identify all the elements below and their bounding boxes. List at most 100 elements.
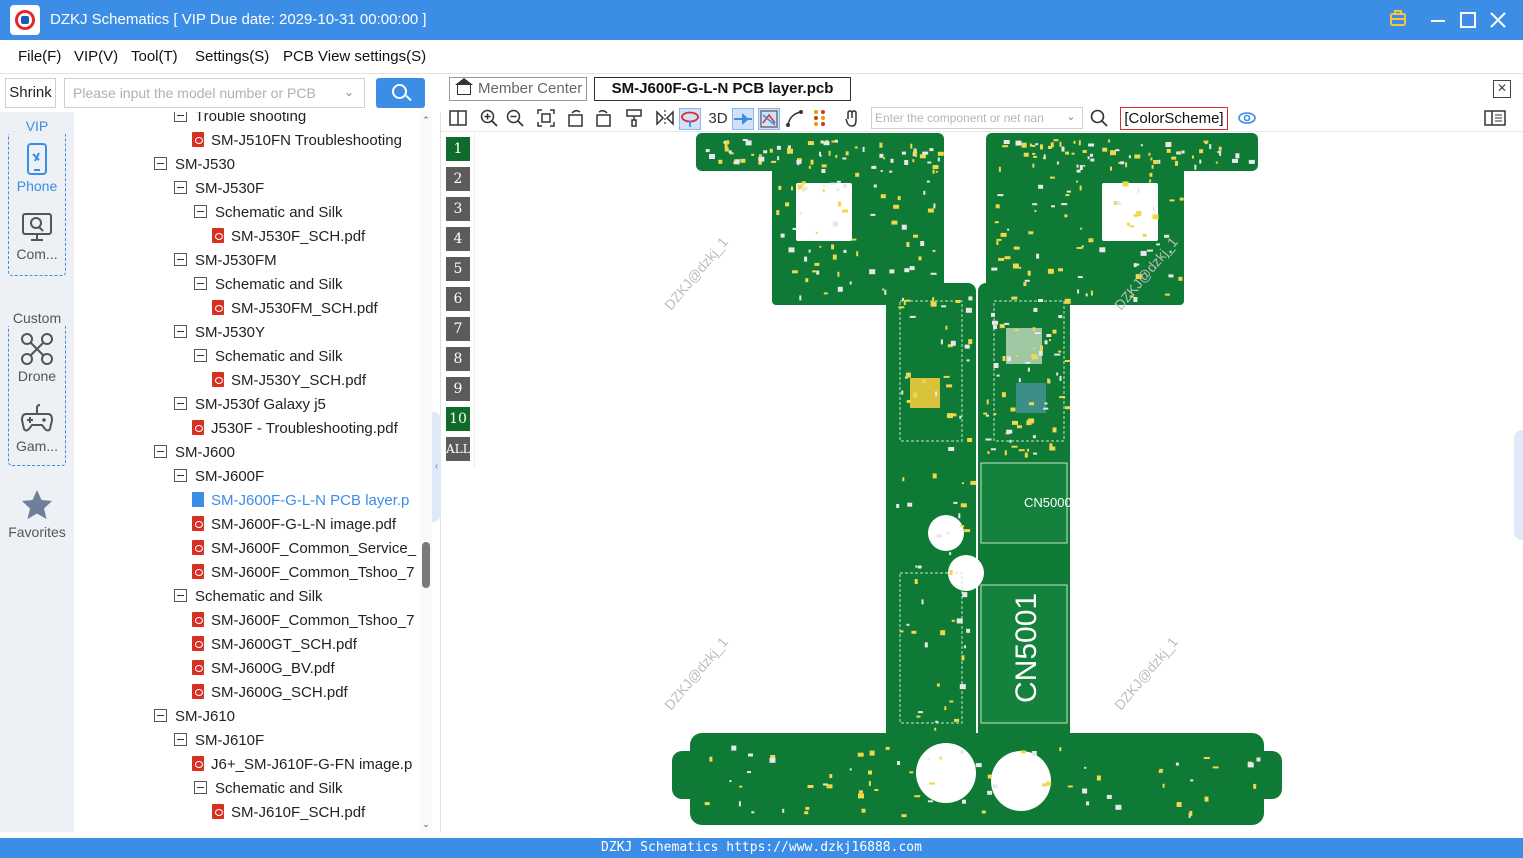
tree-file[interactable]: SM-J600F_Common_Service_ — [192, 537, 416, 561]
layer-button-6[interactable]: 6 — [446, 287, 470, 311]
tree-folder[interactable]: SM-J610 — [154, 705, 235, 729]
tree-scrollbar[interactable]: ⌃ ⌄ — [420, 112, 432, 832]
tree-folder[interactable]: SM-J530F — [174, 177, 264, 201]
tree-file[interactable]: SM-J600G_SCH.pdf — [192, 681, 348, 705]
tree-file[interactable]: J6+_SM-J610F-G-FN image.p — [192, 753, 412, 777]
collapse-toggle-icon[interactable] — [194, 780, 207, 794]
collapse-left-icon[interactable]: ‹ — [432, 412, 441, 522]
minimize-button[interactable] — [1426, 8, 1450, 32]
tree-folder[interactable]: SM-J530FM — [174, 249, 277, 273]
layer-button-3[interactable]: 3 — [446, 197, 470, 221]
net-search-input[interactable] — [871, 107, 1083, 129]
tree-file[interactable]: SM-J510FN Troubleshooting — [192, 129, 402, 153]
tree-folder[interactable]: Schematic and Silk — [194, 273, 343, 297]
component-label-cn5000[interactable]: CN5000 — [1024, 495, 1072, 510]
tree-file[interactable]: SM-J530F_SCH.pdf — [212, 225, 365, 249]
menu-vip[interactable]: VIP(V) — [74, 48, 118, 65]
collapse-toggle-icon[interactable] — [154, 444, 167, 458]
net-dropdown-icon[interactable]: ⌄ — [1064, 110, 1078, 124]
menu-tool[interactable]: Tool(T) — [131, 48, 178, 65]
collapse-toggle-icon[interactable] — [174, 180, 187, 194]
panel-splitter[interactable]: ‹ — [432, 112, 441, 832]
favorites-button[interactable]: Favorites — [8, 488, 66, 540]
pad-dots-icon[interactable] — [810, 108, 832, 130]
collapse-toggle-icon[interactable] — [154, 156, 167, 170]
search-button[interactable] — [376, 78, 425, 108]
paint-brush-icon[interactable] — [623, 108, 645, 130]
color-scheme-button[interactable]: [ColorScheme] — [1120, 107, 1228, 130]
collapse-toggle-icon[interactable] — [194, 348, 207, 362]
collapse-toggle-icon[interactable] — [174, 252, 187, 266]
layer-button-7[interactable]: 7 — [446, 317, 470, 341]
layer-button-4[interactable]: 4 — [446, 227, 470, 251]
collapse-toggle-icon[interactable] — [194, 204, 207, 218]
zoom-in-icon[interactable] — [478, 108, 500, 130]
scroll-down-icon[interactable]: ⌄ — [420, 818, 432, 830]
tree-folder[interactable]: Schematic and Silk — [194, 777, 343, 801]
side-panel-icon[interactable] — [1484, 108, 1506, 130]
category-phone[interactable]: Phone — [8, 142, 66, 194]
tab-member-center[interactable]: Member Center — [449, 77, 587, 101]
collapse-toggle-icon[interactable] — [174, 396, 187, 410]
scroll-up-icon[interactable]: ⌃ — [420, 114, 432, 126]
category-gamepad[interactable]: Gam... — [8, 402, 66, 454]
layer-button-10[interactable]: 10 — [446, 407, 470, 431]
collapse-toggle-icon[interactable] — [174, 112, 187, 122]
collapse-toggle-icon[interactable] — [154, 708, 167, 722]
pan-hand-icon[interactable] — [841, 108, 863, 130]
collapse-toggle-icon[interactable] — [174, 732, 187, 746]
tree-folder[interactable]: SM-J530Y — [174, 321, 265, 345]
menu-file[interactable]: File(F) — [18, 48, 61, 65]
collapse-toggle-icon[interactable] — [194, 276, 207, 290]
pin-select-icon[interactable] — [732, 108, 754, 130]
tree-folder[interactable]: Schematic and Silk — [174, 585, 323, 609]
measure-icon[interactable] — [784, 108, 806, 130]
zoom-out-icon[interactable] — [504, 108, 526, 130]
menu-settings[interactable]: Settings(S) — [195, 48, 269, 65]
mirror-icon[interactable] — [654, 108, 676, 130]
collapse-right-icon[interactable] — [1514, 430, 1523, 540]
component-label-cn5001[interactable]: CN5001 — [1010, 593, 1043, 703]
tree-folder[interactable]: Schematic and Silk — [194, 201, 343, 225]
tab-active-file[interactable]: SM-J600F-G-L-N PCB layer.pcb — [594, 77, 851, 101]
tree-file[interactable]: SM-J600F-G-L-N PCB layer.p — [192, 489, 409, 513]
shrink-button[interactable]: Shrink — [5, 78, 56, 108]
tree-file[interactable]: SM-J610F_SCH.pdf — [212, 801, 365, 825]
layer-button-8[interactable]: 8 — [446, 347, 470, 371]
menu-pcb-view-settings[interactable]: PCB View settings(S) — [283, 48, 426, 65]
category-computer[interactable]: Com... — [8, 210, 66, 262]
tree-file[interactable]: SM-J530FM_SCH.pdf — [212, 297, 378, 321]
close-button[interactable] — [1486, 8, 1510, 32]
tree-folder[interactable]: SM-J530 — [154, 153, 235, 177]
highlight-net-icon[interactable] — [679, 108, 701, 130]
rotate-left-icon[interactable] — [565, 108, 587, 130]
tree-folder[interactable]: Schematic and Silk — [194, 345, 343, 369]
scroll-thumb[interactable] — [422, 542, 430, 588]
layer-button-9[interactable]: 9 — [446, 377, 470, 401]
message-icon[interactable] — [1386, 8, 1410, 32]
tree-folder[interactable]: SM-J600F — [174, 465, 264, 489]
maximize-button[interactable] — [1456, 8, 1480, 32]
tree-folder[interactable]: SM-J610F — [174, 729, 264, 753]
tree-file[interactable]: SM-J530Y_SCH.pdf — [212, 369, 366, 393]
tree-file[interactable]: SM-J600F-G-L-N image.pdf — [192, 513, 396, 537]
tree-file[interactable]: SM-J600F_Common_Tshoo_7 — [192, 561, 414, 585]
collapse-toggle-icon[interactable] — [174, 588, 187, 602]
tree-folder[interactable]: Trouble shooting — [174, 112, 306, 129]
split-view-icon[interactable] — [447, 108, 469, 130]
trace-select-icon[interactable] — [758, 108, 780, 130]
collapse-toggle-icon[interactable] — [174, 324, 187, 338]
tree-file[interactable]: SM-J600F_Common_Tshoo_7 — [192, 609, 414, 633]
pcb-canvas[interactable]: CN5000 CN5001 DZKJ@dzkj_1 DZKJ@dzkj_1 DZ… — [476, 133, 1523, 838]
tree-folder[interactable]: SM-J600 — [154, 441, 235, 465]
tree-file[interactable]: J530F - Troubleshooting.pdf — [192, 417, 398, 441]
tree-file[interactable]: SM-J600G_BV.pdf — [192, 657, 335, 681]
collapse-toggle-icon[interactable] — [174, 468, 187, 482]
layer-button-1[interactable]: 1 — [446, 137, 470, 161]
rotate-right-icon[interactable] — [592, 108, 614, 130]
net-search-icon[interactable] — [1088, 108, 1110, 130]
3d-view-button[interactable]: 3D — [705, 108, 731, 130]
tree-folder[interactable]: SM-J530f Galaxy j5 — [174, 393, 326, 417]
model-search-input[interactable] — [64, 78, 365, 108]
layer-button-5[interactable]: 5 — [446, 257, 470, 281]
